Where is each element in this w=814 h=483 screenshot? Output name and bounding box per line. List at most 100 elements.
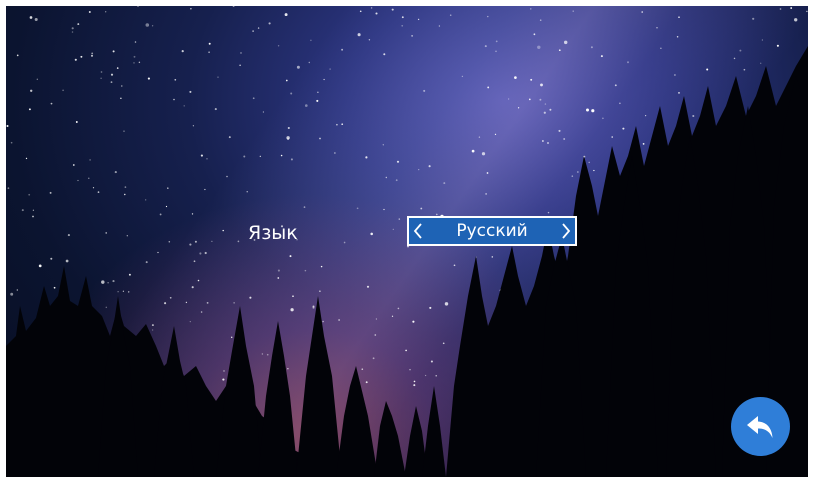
star bbox=[413, 384, 416, 387]
star bbox=[292, 295, 294, 298]
star bbox=[100, 77, 102, 79]
star bbox=[105, 306, 108, 309]
star bbox=[678, 92, 680, 94]
star bbox=[194, 240, 197, 243]
star bbox=[157, 251, 159, 254]
star bbox=[21, 209, 24, 212]
star bbox=[124, 193, 126, 196]
star bbox=[593, 169, 595, 172]
star bbox=[105, 232, 107, 234]
star bbox=[110, 81, 113, 83]
star bbox=[49, 191, 52, 194]
star bbox=[151, 324, 154, 327]
star bbox=[232, 6, 235, 7]
star bbox=[417, 18, 420, 21]
star bbox=[392, 228, 394, 231]
star bbox=[277, 45, 280, 47]
star bbox=[53, 286, 56, 289]
star bbox=[28, 193, 31, 196]
star bbox=[105, 11, 107, 13]
star bbox=[237, 240, 240, 243]
star bbox=[739, 49, 742, 52]
star bbox=[357, 33, 361, 37]
star bbox=[361, 368, 364, 371]
star bbox=[222, 378, 225, 381]
star bbox=[71, 31, 74, 33]
chevron-right-icon[interactable] bbox=[557, 218, 575, 244]
back-button[interactable] bbox=[731, 397, 790, 456]
star bbox=[642, 143, 645, 145]
star bbox=[191, 286, 194, 289]
star bbox=[197, 279, 200, 282]
star bbox=[226, 175, 228, 178]
star bbox=[385, 176, 387, 179]
star bbox=[261, 353, 264, 355]
star bbox=[453, 264, 456, 267]
star bbox=[546, 141, 550, 145]
star bbox=[370, 232, 373, 236]
star bbox=[107, 282, 109, 284]
star bbox=[121, 85, 123, 87]
language-label: Язык bbox=[248, 222, 298, 244]
star bbox=[398, 218, 401, 220]
star bbox=[145, 261, 148, 264]
star bbox=[323, 78, 325, 81]
star bbox=[539, 98, 542, 101]
star bbox=[167, 187, 169, 189]
star bbox=[206, 158, 208, 160]
star bbox=[296, 65, 300, 69]
star bbox=[266, 353, 269, 356]
star bbox=[25, 157, 28, 160]
star bbox=[286, 136, 290, 140]
star bbox=[543, 111, 546, 114]
star bbox=[375, 318, 378, 320]
star bbox=[77, 23, 80, 26]
star bbox=[540, 83, 543, 87]
star bbox=[558, 129, 561, 132]
star bbox=[36, 78, 38, 80]
star bbox=[164, 302, 167, 305]
device-screen: Язык Русский bbox=[6, 6, 808, 477]
star bbox=[491, 256, 494, 258]
star bbox=[676, 36, 679, 38]
star bbox=[214, 108, 217, 111]
star bbox=[627, 61, 629, 64]
star bbox=[67, 234, 70, 237]
star bbox=[368, 39, 371, 41]
star bbox=[706, 68, 709, 71]
star bbox=[343, 241, 346, 244]
star bbox=[484, 45, 487, 48]
star bbox=[204, 251, 207, 255]
star bbox=[310, 39, 312, 42]
star bbox=[50, 102, 53, 105]
star bbox=[322, 320, 324, 323]
star bbox=[208, 51, 210, 54]
star bbox=[495, 40, 498, 43]
star bbox=[471, 149, 475, 153]
star bbox=[542, 140, 544, 142]
chevron-left-icon[interactable] bbox=[409, 218, 427, 244]
star bbox=[401, 16, 404, 19]
star bbox=[145, 23, 150, 27]
star bbox=[284, 13, 288, 17]
star bbox=[243, 155, 246, 158]
star bbox=[32, 215, 34, 218]
star bbox=[193, 260, 196, 263]
star bbox=[303, 206, 306, 208]
language-selector[interactable]: Русский bbox=[407, 216, 577, 246]
star bbox=[779, 8, 782, 10]
star bbox=[92, 187, 95, 189]
star bbox=[262, 111, 264, 113]
star bbox=[10, 292, 14, 296]
star bbox=[660, 47, 662, 49]
star bbox=[382, 144, 384, 146]
star bbox=[547, 211, 550, 214]
star bbox=[200, 311, 203, 313]
star bbox=[173, 98, 175, 101]
star bbox=[88, 177, 90, 179]
star bbox=[316, 99, 319, 102]
star bbox=[539, 19, 542, 21]
star bbox=[228, 136, 231, 139]
star bbox=[77, 179, 79, 182]
star bbox=[563, 138, 566, 140]
